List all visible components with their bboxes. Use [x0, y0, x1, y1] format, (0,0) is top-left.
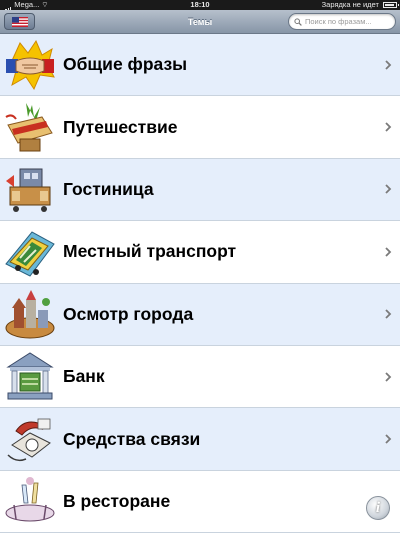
topic-list: Общие фразы Путешествие Гостиница Местны…	[0, 34, 400, 533]
topic-label: Осмотр города	[63, 303, 194, 324]
topic-row-sightseeing[interactable]: Осмотр города	[0, 283, 400, 346]
topic-row-communication[interactable]: Средства связи	[0, 408, 400, 471]
bank-icon	[6, 352, 54, 400]
topic-label: Средства связи	[63, 428, 201, 449]
search-field[interactable]	[288, 13, 396, 30]
city-icon	[5, 290, 55, 339]
search-input[interactable]	[305, 17, 393, 26]
topic-label: Местный транспорт	[63, 241, 237, 262]
chevron-right-icon	[385, 60, 392, 70]
topic-row-general-phrases[interactable]: Общие фразы	[0, 34, 400, 97]
info-button[interactable]: i	[366, 496, 390, 520]
chevron-right-icon	[385, 434, 392, 444]
topic-row-travel[interactable]: Путешествие	[0, 96, 400, 159]
battery-icon	[383, 2, 399, 8]
topic-row-restaurant[interactable]: В ресторане	[0, 470, 400, 533]
topic-row-hotel[interactable]: Гостиница	[0, 158, 400, 222]
chevron-right-icon	[385, 184, 392, 195]
chevron-right-icon	[385, 247, 392, 257]
topic-label: Общие фразы	[63, 54, 188, 75]
topic-label: Банк	[63, 366, 105, 387]
chevron-right-icon	[385, 372, 392, 382]
handshake-icon	[6, 39, 55, 90]
battery-status: Зарядка не идет	[321, 0, 399, 10]
topic-label: Гостиница	[63, 178, 154, 199]
hotel-icon	[6, 168, 51, 213]
telephone-icon	[7, 418, 51, 462]
topic-row-local-transport[interactable]: Местный транспорт	[0, 221, 400, 284]
topic-row-bank[interactable]: Банк	[0, 345, 400, 409]
chevron-right-icon	[385, 122, 392, 132]
luggage-icon	[5, 103, 53, 152]
search-icon	[294, 17, 302, 26]
topic-label: Путешествие	[63, 116, 178, 137]
status-bar: Mega... ⌔ 18:10 Зарядка не идет	[0, 0, 400, 12]
topic-label: В ресторане	[63, 490, 171, 511]
train-icon	[5, 231, 55, 277]
info-icon: i	[375, 499, 381, 516]
restaurant-icon	[5, 477, 55, 522]
battery-text: Зарядка не идет	[321, 0, 379, 9]
navigation-bar: Темы	[0, 10, 400, 34]
chevron-right-icon	[385, 309, 392, 319]
